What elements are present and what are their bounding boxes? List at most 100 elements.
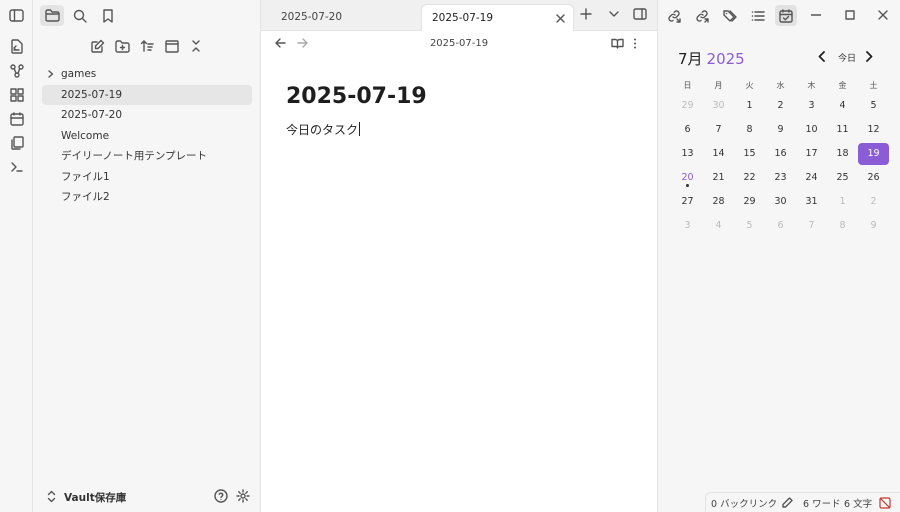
change-sort-button[interactable] — [139, 38, 155, 54]
tab-outline[interactable] — [747, 5, 769, 26]
calendar-day[interactable]: 11 — [827, 118, 858, 142]
obsidian-window: games 2025-07-19 2025-07-20 Welcome デイリーノート用… — [0, 0, 900, 512]
calendar-day[interactable]: 20 — [672, 166, 703, 190]
calendar-day[interactable]: 30 — [703, 94, 734, 118]
tree-file[interactable]: ファイル1 — [42, 167, 252, 187]
tab-calendar[interactable] — [775, 5, 797, 26]
calendar-day[interactable]: 8 — [827, 214, 858, 238]
note-body[interactable]: 今日のタスク — [286, 121, 361, 138]
calendar-day[interactable]: 4 — [703, 214, 734, 238]
calendar-day[interactable]: 7 — [796, 214, 827, 238]
calendar-day[interactable]: 13 — [672, 142, 703, 166]
calendar-day[interactable]: 25 — [827, 166, 858, 190]
chevron-left-icon[interactable] — [818, 51, 825, 62]
book-open-icon[interactable] — [611, 38, 624, 49]
calendar-day[interactable]: 9 — [858, 214, 889, 238]
calendar-day[interactable]: 10 — [796, 118, 827, 142]
tree-file[interactable]: デイリーノート用テンプレート — [42, 146, 252, 166]
calendar-day[interactable]: 28 — [703, 190, 734, 214]
new-note-button[interactable] — [90, 38, 106, 54]
calendar-day[interactable]: 2 — [858, 190, 889, 214]
ribbon-daily-note-button[interactable] — [8, 110, 25, 127]
calendar-day[interactable]: 16 — [765, 142, 796, 166]
auto-reveal-button[interactable] — [164, 38, 180, 54]
tab-2025-07-19[interactable]: 2025-07-19 — [421, 4, 574, 31]
calendar-day[interactable]: 5 — [858, 94, 889, 118]
tree-file[interactable]: 2025-07-20 — [42, 105, 252, 125]
chevron-updown-icon[interactable] — [47, 490, 56, 503]
ribbon-graph-button[interactable] — [8, 62, 25, 79]
tab-tags[interactable] — [719, 5, 741, 26]
new-tab-icon[interactable] — [580, 8, 592, 20]
calendar-day[interactable]: 3 — [796, 94, 827, 118]
calendar-day[interactable]: 9 — [765, 118, 796, 142]
calendar-day[interactable]: 19 — [858, 143, 889, 165]
tree-file[interactable]: Welcome — [42, 126, 252, 146]
calendar-day[interactable]: 12 — [858, 118, 889, 142]
calendar-day[interactable]: 7 — [703, 118, 734, 142]
editor-pane: 2025-07-20 2025-07-19 2025-07-19 2025-07… — [261, 0, 657, 512]
ribbon-terminal-button[interactable] — [8, 158, 25, 175]
help-icon[interactable] — [214, 489, 228, 503]
ribbon-canvas-button[interactable] — [8, 86, 25, 103]
view-title[interactable]: 2025-07-19 — [261, 38, 657, 49]
close-window-icon[interactable] — [878, 10, 888, 20]
calendar-day[interactable]: 2 — [765, 94, 796, 118]
more-options-icon[interactable] — [633, 38, 637, 49]
tab-outgoing-links[interactable] — [691, 5, 713, 26]
chevron-right-icon — [48, 70, 54, 78]
calendar-day[interactable]: 6 — [765, 214, 796, 238]
calendar-day[interactable]: 1 — [734, 94, 765, 118]
calendar-day[interactable]: 24 — [796, 166, 827, 190]
calendar-day[interactable]: 1 — [827, 190, 858, 214]
vault-footer: Vault保存庫 — [33, 482, 261, 512]
chevron-down-icon[interactable] — [609, 10, 619, 18]
note-heading[interactable]: 2025-07-19 — [286, 84, 427, 109]
calendar-day[interactable]: 27 — [672, 190, 703, 214]
calendar-day[interactable]: 23 — [765, 166, 796, 190]
tab-search[interactable] — [68, 5, 92, 26]
calendar-day[interactable]: 6 — [672, 118, 703, 142]
calendar-day[interactable]: 5 — [734, 214, 765, 238]
tab-bookmarks[interactable] — [96, 5, 120, 26]
pencil-icon[interactable] — [782, 497, 793, 508]
calendar-today-button[interactable]: 今日 — [838, 51, 856, 64]
calendar-day[interactable]: 30 — [765, 190, 796, 214]
calendar-icon — [9, 111, 24, 126]
calendar-day[interactable]: 14 — [703, 142, 734, 166]
minimize-icon[interactable] — [811, 14, 821, 16]
ribbon-open-switcher-button[interactable] — [8, 38, 25, 55]
tree-file[interactable]: 2025-07-19 — [42, 84, 252, 105]
close-icon[interactable] — [556, 14, 565, 23]
maximize-icon[interactable] — [845, 10, 855, 20]
tab-backlinks[interactable] — [663, 5, 685, 26]
calendar-day[interactable]: 26 — [858, 166, 889, 190]
calendar-day[interactable]: 29 — [734, 190, 765, 214]
calendar-day[interactable]: 18 — [827, 142, 858, 166]
new-folder-button[interactable] — [114, 38, 130, 54]
view-header: 2025-07-19 — [261, 31, 657, 57]
gear-icon[interactable] — [236, 489, 250, 503]
chevron-right-icon[interactable] — [866, 51, 873, 62]
toggle-left-sidebar-button[interactable] — [0, 0, 33, 31]
calendar-day[interactable]: 31 — [796, 190, 827, 214]
calendar-day[interactable]: 8 — [734, 118, 765, 142]
tree-folder[interactable]: games — [42, 64, 252, 84]
ribbon-templates-button[interactable] — [8, 134, 25, 151]
calendar-day[interactable]: 4 — [827, 94, 858, 118]
calendar-day[interactable]: 15 — [734, 142, 765, 166]
toggle-right-sidebar-icon[interactable] — [633, 8, 647, 20]
tree-file[interactable]: ファイル2 — [42, 187, 252, 207]
backlinks-count[interactable]: 0 バックリンク — [711, 496, 777, 510]
sync-disabled-icon[interactable] — [879, 497, 891, 509]
calendar-day[interactable]: 29 — [672, 94, 703, 118]
calendar-day[interactable]: 3 — [672, 214, 703, 238]
calendar-day[interactable]: 21 — [703, 166, 734, 190]
calendar-day[interactable]: 22 — [734, 166, 765, 190]
calendar-day[interactable]: 17 — [796, 142, 827, 166]
tab-file-explorer[interactable] — [40, 5, 64, 26]
collapse-all-button[interactable] — [188, 38, 204, 54]
tab-2025-07-20[interactable]: 2025-07-20 — [281, 4, 342, 31]
link-out-icon — [696, 9, 709, 23]
vault-switcher[interactable]: Vault保存庫 — [64, 490, 126, 505]
